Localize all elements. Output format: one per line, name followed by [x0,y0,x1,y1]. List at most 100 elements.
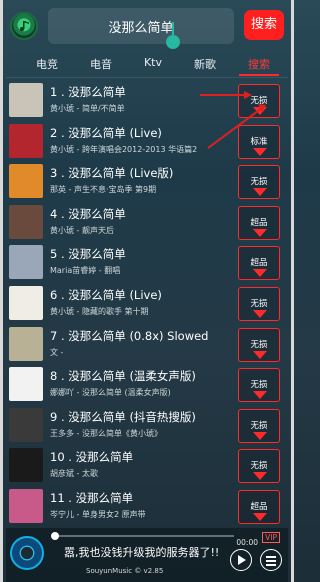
quality-label: 超品 [250,258,268,269]
song-artist-album: 文 - [50,347,64,357]
song-artist-album: 黄小琥 - 隐藏的歌手 第十期 [50,306,149,316]
quality-download-button[interactable]: 超品 [238,246,280,281]
quality-download-button[interactable]: 无损 [238,408,280,443]
progress-bar[interactable] [51,532,234,540]
quality-download-button[interactable]: 无损 [238,368,280,403]
play-button[interactable] [230,549,252,571]
progress-knob[interactable] [51,532,59,540]
dropdown-arrow-icon [253,472,267,481]
mini-player: VIP 00:00 嚣,我也没钱升级我的服务器了!! SouyunMusic ©… [6,528,288,582]
album-disc-icon[interactable] [10,536,44,570]
text-selection-handle[interactable] [166,35,180,49]
album-cover [9,285,43,320]
quality-download-button[interactable]: 无损 [238,165,280,200]
album-cover [9,164,43,199]
vip-badge[interactable]: VIP [262,532,280,543]
song-title: 3 . 没那么简单 (Live版) [50,166,174,181]
dropdown-arrow-icon [253,107,267,115]
album-cover [9,123,43,158]
search-button[interactable]: 搜索 [244,10,284,40]
quality-download-button[interactable]: 超品 [238,489,280,524]
album-cover [9,448,43,483]
tab-esports[interactable]: 电竞 [36,56,58,76]
song-row[interactable]: 5 . 没那么简单 Maria苗睿婷 - 翻唱 超品 [6,242,288,283]
song-list: 1 . 没那么简单 黄小琥 - 简单/不简单 无损 2 . 没那么简单 (Liv… [6,80,288,527]
song-artist-album: 王多多 - 没那么简单《黄小琥》 [50,428,162,438]
song-artist-album: 黄小琥 - 跨年演唱会2012-2013 华语篇2 [50,144,198,154]
song-artist-album: Maria苗睿婷 - 翻唱 [50,266,121,276]
song-artist-album: 岑宁儿 - 单身男女2 原声带 [50,509,146,519]
album-cover [9,488,43,523]
quality-download-button[interactable]: 超品 [238,205,280,240]
dropdown-arrow-icon [253,391,267,400]
search-query-text: 没那么简单 [108,21,174,36]
elapsed-time: 00:00 [236,538,258,547]
version-text: SouyunMusic © v2.85 [86,567,164,575]
song-row[interactable]: 3 . 没那么简单 (Live版) 那英 - 声生不息·宝岛季 第9期 无损 [6,161,288,202]
dropdown-arrow-icon [253,228,267,237]
album-cover [9,245,43,280]
dropdown-arrow-icon [253,350,267,359]
song-title: 7 . 没那么简单 (0.8x) Slowed [50,328,209,343]
song-row[interactable]: 9 . 没那么简单 (抖音热搜版) 王多多 - 没那么简单《黄小琥》 无损 [6,405,288,446]
song-row[interactable]: 8 . 没那么简单 (温柔女声版) 娜娜吖 - 没那么简单 (温柔女声版) 无损 [6,364,288,405]
quality-download-button[interactable]: 标准 [238,124,280,159]
quality-download-button[interactable]: 无损 [238,449,280,484]
song-row[interactable]: 10 . 没那么简单 胡彦斌 - 太歌 无损 [6,445,288,486]
app-logo-button[interactable] [10,12,38,40]
song-artist-album: 胡彦斌 - 太歌 [50,469,98,479]
playlist-menu-button[interactable] [260,549,282,571]
dropdown-arrow-icon [253,512,267,521]
song-row[interactable]: 7 . 没那么简单 (0.8x) Slowed 文 - 无损 [6,324,288,365]
quality-label: 无损 [250,96,268,106]
album-cover [9,83,43,117]
song-title: 2 . 没那么简单 (Live) [50,125,162,140]
song-row[interactable]: 1 . 没那么简单 黄小琥 - 简单/不简单 无损 [6,80,288,121]
top-bar: 没那么简单 搜索 [6,6,288,49]
song-artist-album: 娜娜吖 - 没那么简单 (温柔女声版) [50,388,171,398]
quality-download-button[interactable]: 无损 [238,84,280,118]
song-row[interactable]: 11 . 没那么简单 岑宁儿 - 单身男女2 原声带 超品 [6,486,288,527]
quality-download-button[interactable]: 无损 [238,286,280,321]
song-row[interactable]: 4 . 没那么简单 黄小琥 - 靓声天后 超品 [6,202,288,243]
song-title: 8 . 没那么简单 (温柔女声版) [50,369,196,384]
song-title: 4 . 没那么简单 [50,206,126,221]
song-row[interactable]: 2 . 没那么简单 (Live) 黄小琥 - 跨年演唱会2012-2013 华语… [6,121,288,162]
now-playing-title: 嚣,我也没钱升级我的服务器了!! [64,546,220,559]
song-title: 9 . 没那么简单 (抖音热搜版) [50,409,196,424]
dropdown-arrow-icon [253,309,267,318]
dropdown-arrow-icon [253,431,267,440]
tab-electronic[interactable]: 电音 [90,56,112,76]
tab-new-songs[interactable]: 新歌 [194,56,216,76]
song-title: 1 . 没那么简单 [50,85,126,99]
quality-label: 无损 [250,339,268,350]
quality-label: 无损 [250,420,268,431]
song-title: 10 . 没那么简单 [50,450,134,465]
song-title: 6 . 没那么简单 (Live) [50,287,162,302]
song-artist-album: 那英 - 声生不息·宝岛季 第9期 [50,185,157,195]
dropdown-arrow-icon [253,269,267,278]
album-cover [9,367,43,402]
song-artist-album: 黄小琥 - 简单/不简单 [50,104,125,113]
quality-label: 超品 [250,217,268,228]
quality-label: 无损 [250,380,268,391]
dropdown-arrow-icon [253,188,267,197]
album-cover [9,326,43,361]
song-artist-album: 黄小琥 - 靓声天后 [50,225,114,235]
tab-ktv[interactable]: Ktv [144,56,162,76]
quality-label: 标准 [250,136,268,147]
album-cover [9,407,43,442]
quality-label: 无损 [250,177,268,188]
music-note-icon [20,21,29,31]
category-tabs: 电竞 电音 Ktv 新歌 搜索 [12,56,288,76]
text-cursor [172,22,174,36]
tab-search[interactable]: 搜索 [248,56,270,76]
tabs-divider [6,77,288,78]
active-tab-indicator [239,74,279,76]
song-row[interactable]: 6 . 没那么简单 (Live) 黄小琥 - 隐藏的歌手 第十期 无损 [6,283,288,324]
quality-download-button[interactable]: 无损 [238,327,280,362]
dropdown-arrow-icon [253,147,267,156]
album-cover [9,204,43,239]
quality-label: 超品 [250,501,268,512]
search-input[interactable]: 没那么简单 [48,8,234,49]
